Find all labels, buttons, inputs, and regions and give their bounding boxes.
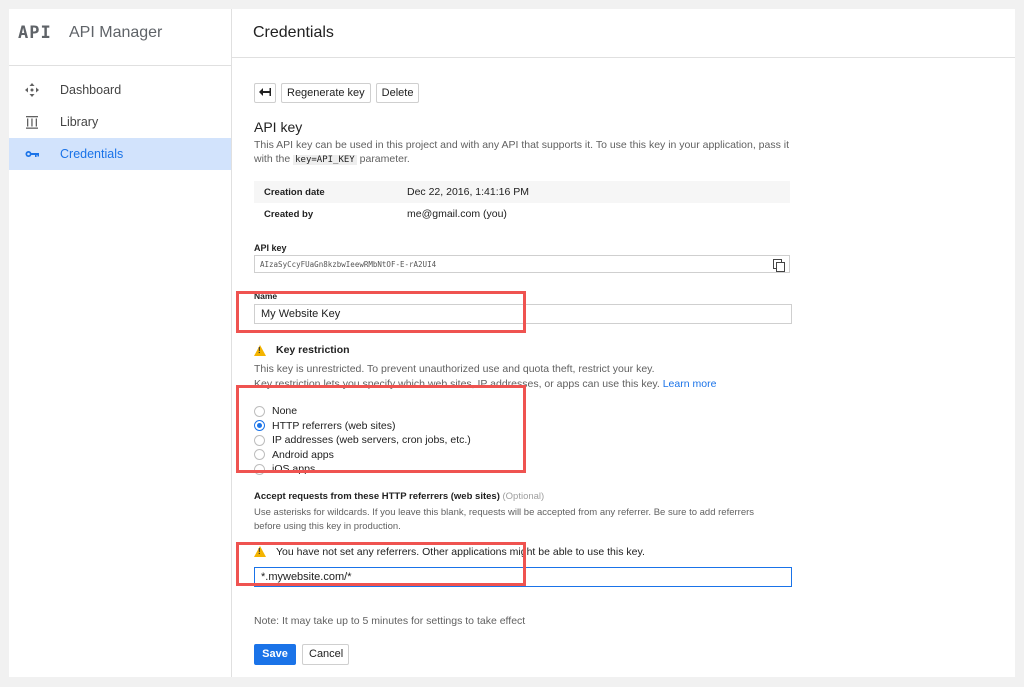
- radio-button[interactable]: [254, 449, 265, 461]
- back-button[interactable]: [254, 83, 276, 103]
- restriction-text: Key restriction lets you specify which w…: [254, 377, 663, 390]
- key-restriction-title: Key restriction: [276, 344, 350, 356]
- help-line: Use asterisks for wildcards. If you leav…: [254, 506, 755, 518]
- propagation-note: Note: It may take up to 5 minutes for se…: [254, 614, 526, 627]
- learn-more-link[interactable]: Learn more: [663, 378, 717, 390]
- sidebar-divider: [9, 65, 231, 66]
- delete-button[interactable]: Delete: [375, 83, 420, 103]
- key-restriction-heading: Key restriction: [254, 344, 790, 356]
- sidebar-item-dashboard[interactable]: Dashboard: [9, 74, 231, 106]
- apikey-field: AIzaSyCcyFUaGn8kzbwIeewRMbNtOF-E-rA2UI4: [254, 255, 790, 273]
- name-label: Name: [254, 291, 278, 301]
- copy-icon-front: [776, 261, 785, 272]
- window: API API Manager Dashboard Library Creden…: [9, 9, 1015, 677]
- regenerate-key-button[interactable]: Regenerate key: [281, 83, 371, 103]
- restriction-options: None HTTP referrers (web sites) IP addre…: [254, 404, 790, 477]
- radio-button-selected[interactable]: [254, 420, 265, 432]
- apikey-label: API key: [254, 243, 287, 253]
- sidebar-item-label: Library: [60, 115, 99, 129]
- sidebar: API API Manager Dashboard Library Creden…: [9, 9, 232, 677]
- api-logo: API: [18, 23, 52, 43]
- page-header: Credentials: [232, 9, 1015, 58]
- main-panel: Credentials Regenerate key Delete API ke…: [232, 9, 1015, 677]
- apikey-value: AIzaSyCcyFUaGn8kzbwIeewRMbNtOF-E-rA2UI4: [260, 259, 437, 269]
- referrers-help: Use asterisks for wildcards. If you leav…: [254, 506, 790, 535]
- radio-ios-apps[interactable]: iOS apps: [254, 462, 790, 477]
- referrers-title: Accept requests from these HTTP referrer…: [254, 490, 500, 502]
- radio-http-referrers[interactable]: HTTP referrers (web sites): [254, 419, 790, 434]
- section-heading: API key: [254, 119, 303, 135]
- meta-row-creation: Creation date Dec 22, 2016, 1:41:16 PM: [254, 181, 790, 203]
- sidebar-item-label: Credentials: [60, 147, 124, 161]
- meta-label: Created by: [264, 208, 314, 220]
- radio-label: IP addresses (web servers, cron jobs, et…: [272, 434, 471, 447]
- key-metadata: Creation date Dec 22, 2016, 1:41:16 PM C…: [254, 181, 790, 225]
- copy-icon[interactable]: [773, 258, 785, 272]
- radio-label: HTTP referrers (web sites): [272, 419, 396, 432]
- radio-button[interactable]: [254, 405, 265, 417]
- warning-icon: [254, 344, 266, 356]
- library-icon: [23, 115, 41, 129]
- warning-icon: [254, 546, 266, 557]
- sidebar-item-credentials[interactable]: Credentials: [9, 138, 231, 170]
- meta-value: me@gmail.com (you): [407, 208, 507, 220]
- sidebar-nav: Dashboard Library Credentials: [9, 74, 231, 170]
- description-text: parameter.: [356, 153, 410, 165]
- brand: API API Manager: [9, 9, 231, 57]
- toolbar: Regenerate key Delete: [254, 83, 790, 103]
- meta-label: Creation date: [264, 186, 325, 198]
- radio-button[interactable]: [254, 434, 265, 446]
- page-title: Credentials: [253, 24, 334, 41]
- app-title: API Manager: [69, 24, 163, 41]
- key-restriction-description: This key is unrestricted. To prevent una…: [254, 362, 790, 391]
- radio-android-apps[interactable]: Android apps: [254, 448, 790, 463]
- referrers-heading: Accept requests from these HTTP referrer…: [254, 491, 790, 502]
- sidebar-item-label: Dashboard: [60, 83, 122, 97]
- key-icon: [23, 150, 41, 158]
- referrers-warning: You have not set any referrers. Other ap…: [254, 546, 790, 558]
- optional-tag: (Optional): [499, 490, 545, 502]
- dashboard-icon: [23, 83, 41, 97]
- cancel-button[interactable]: Cancel: [302, 643, 349, 665]
- warning-text: You have not set any referrers. Other ap…: [276, 545, 645, 558]
- radio-label: iOS apps: [272, 463, 316, 476]
- credential-form: Regenerate key Delete API key This API k…: [254, 83, 792, 665]
- radio-label: Android apps: [272, 448, 334, 461]
- save-button[interactable]: Save: [254, 643, 296, 665]
- radio-ip-addresses[interactable]: IP addresses (web servers, cron jobs, et…: [254, 433, 790, 448]
- apikey-description: This API key can be used in this project…: [254, 138, 790, 167]
- referrer-input[interactable]: [254, 566, 792, 587]
- radio-button[interactable]: [254, 463, 265, 475]
- meta-value: Dec 22, 2016, 1:41:16 PM: [407, 186, 529, 198]
- form-actions: Save Cancel: [254, 643, 790, 665]
- name-input[interactable]: [254, 304, 792, 324]
- help-line: before using this key in production.: [254, 521, 401, 532]
- sidebar-item-library[interactable]: Library: [9, 106, 231, 138]
- radio-label: None: [272, 405, 298, 418]
- meta-row-created-by: Created by me@gmail.com (you): [254, 203, 790, 225]
- back-arrow-icon: [259, 87, 271, 99]
- radio-none[interactable]: None: [254, 404, 790, 419]
- restriction-line-2: Key restriction lets you specify which w…: [254, 377, 790, 392]
- param-code: key=API_KEY: [293, 155, 357, 165]
- restriction-line: This key is unrestricted. To prevent una…: [254, 363, 655, 375]
